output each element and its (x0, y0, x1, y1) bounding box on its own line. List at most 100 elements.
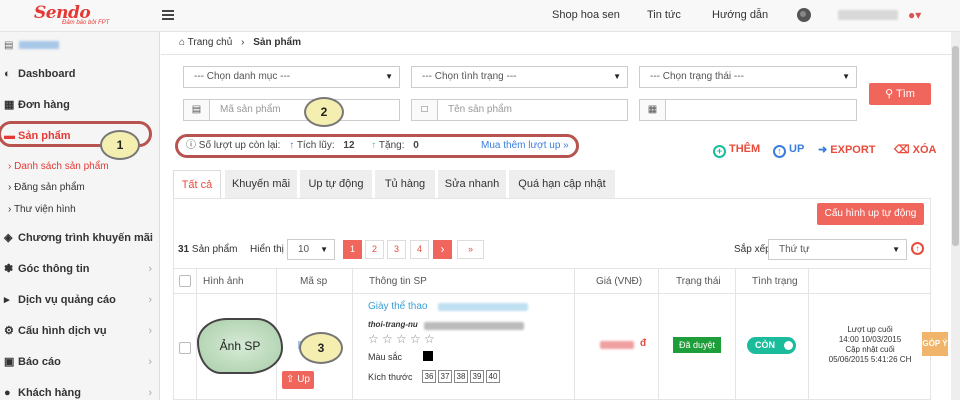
category-select[interactable]: --- Chọn danh mục --- ▼ (183, 66, 400, 88)
last-update-label: Cập nhật cuối (845, 345, 895, 354)
dashboard-icon: ◐ (4, 68, 11, 80)
product-name-link[interactable]: Giày thể thao (368, 301, 427, 312)
sidebar-item-reports[interactable]: ▣ Báo cáo › (0, 351, 160, 373)
sidebar-item-label: Đơn hàng (18, 99, 70, 111)
scrollbar-thumb[interactable] (952, 46, 959, 246)
up-stats-bar: ⓘ Số lượt up còn lại: ↑ Tích lũy: 12 ↑ T… (175, 134, 579, 158)
status-select-value: --- Chọn trạng thái --- (650, 71, 744, 82)
auto-up-config-button[interactable]: Cấu hình up tự động (817, 203, 924, 225)
search-button[interactable]: ⚲ Tìm (869, 83, 931, 105)
arrow-up-green-icon: ↑ (371, 140, 377, 151)
tab-quick-edit[interactable]: Sửa nhanh (438, 170, 506, 198)
status-select[interactable]: --- Chọn trạng thái --- ▼ (639, 66, 857, 88)
export-icon: ➜ (818, 144, 828, 156)
add-button[interactable]: + THÊM (713, 143, 760, 158)
star-icon[interactable]: ☆ (396, 332, 407, 346)
caret-down-icon: ▼ (613, 72, 621, 81)
product-slug: thoi-trang-nu (368, 320, 418, 329)
remaining-up-label: Số lượt up còn lại: (198, 140, 281, 151)
row-checkbox[interactable] (179, 342, 191, 354)
header-status: Trạng thái (676, 276, 721, 287)
sidebar-subitem-image-library[interactable]: › Thư viện hình (8, 203, 76, 217)
delete-button-label: XÓA (912, 144, 937, 156)
sidebar-item-customers[interactable]: ● Khách hàng › (0, 382, 160, 404)
sidebar-item-orders[interactable]: ▦ Đơn hàng (0, 94, 160, 116)
scrollbar[interactable] (951, 32, 960, 400)
star-icon[interactable]: ☆ (410, 332, 421, 346)
globe-icon[interactable] (797, 8, 811, 22)
chevron-right-icon: › (148, 325, 152, 337)
page-1-button[interactable]: 1 (343, 240, 362, 259)
chevron-right-icon: › (148, 387, 152, 399)
sort-label: Sắp xếp (734, 244, 771, 255)
sidebar-item-label: Cấu hình dịch vụ (18, 325, 107, 337)
sidebar: ▤ ◐ Dashboard ▦ Đơn hàng ▬ Sản phẩm › Danh … (0, 32, 160, 400)
annotation-bubble-3: 3 (299, 332, 343, 364)
star-icon[interactable]: ☆ (382, 332, 393, 346)
tab-promotion[interactable]: Khuyến mãi (225, 170, 297, 198)
sort-direction-icon[interactable]: ↑ (911, 242, 924, 255)
star-icon[interactable]: ☆ (368, 332, 379, 346)
product-name-input[interactable]: □ Tên sản phẩm (411, 99, 628, 121)
buy-more-ups-link[interactable]: Mua thêm lượt up » (481, 137, 569, 155)
tag-icon: ◈ (4, 232, 13, 244)
sidebar-subitem-label: Danh sách sản phẩm (14, 161, 109, 172)
sidebar-subitem-add-product[interactable]: › Đăng sản phẩm (8, 181, 85, 195)
header-product-info: Thông tin SP (369, 276, 427, 287)
select-all-checkbox[interactable] (179, 275, 191, 287)
breadcrumb-home[interactable]: Trang chủ (188, 37, 233, 48)
condition-select-value: --- Chọn tình trạng --- (422, 71, 517, 82)
add-button-label: THÊM (729, 143, 761, 155)
sidebar-item-ads[interactable]: ▸ Dịch vụ quảng cáo › (0, 289, 160, 311)
row-up-button[interactable]: ⇧ Up (282, 371, 314, 389)
user-name[interactable] (838, 10, 898, 20)
topnav-guide-link[interactable]: Hướng dẫn (712, 9, 768, 21)
export-button[interactable]: ➜ EXPORT (818, 143, 876, 156)
tab-overdue[interactable]: Quá hạn cập nhật (509, 170, 615, 198)
page-2-button[interactable]: 2 (365, 240, 384, 259)
page-4-button[interactable]: 4 (410, 240, 429, 259)
sidebar-item-label: Dashboard (18, 68, 76, 80)
feedback-tab[interactable]: GÓP Ý (922, 332, 948, 356)
sidebar-item-dashboard[interactable]: ◐ Dashboard (0, 63, 160, 85)
next-page-button[interactable]: › (433, 240, 452, 259)
up-button-label: UP (789, 143, 805, 155)
up-history: Lượt up cuối 14:00 10/03/2015 Cập nhật c… (812, 325, 928, 365)
sidebar-item-info-corner[interactable]: ✽ Góc thông tin › (0, 258, 160, 280)
up-circle-icon: ⇧ (286, 374, 295, 385)
up-circle-icon: ↑ (773, 145, 786, 158)
info-icon: ⓘ (186, 140, 196, 151)
page-3-button[interactable]: 3 (387, 240, 406, 259)
menu-toggle-icon[interactable] (162, 10, 174, 20)
tab-all[interactable]: Tất cả (173, 170, 221, 198)
annotation-bubble-2: 2 (304, 97, 344, 127)
stock-toggle[interactable]: CÒN (747, 337, 796, 354)
topnav-news-link[interactable]: Tin tức (647, 9, 681, 21)
product-name-placeholder: Tên sản phẩm (448, 104, 512, 115)
last-page-button[interactable]: » (457, 240, 484, 259)
sidebar-item-service-config[interactable]: ⚙ Cấu hình dịch vụ › (0, 320, 160, 342)
sidebar-subitem-product-list[interactable]: › Danh sách sản phẩm (8, 160, 109, 174)
sidebar-item-promotions[interactable]: ◈ Chương trình khuyến mãi › (0, 227, 160, 249)
sidebar-item-label: Dịch vụ quảng cáo (18, 294, 116, 306)
page-size-select[interactable]: 10 ▼ (287, 239, 335, 260)
size-option: 36 (422, 370, 436, 383)
star-icon[interactable]: ☆ (424, 332, 435, 346)
topnav-shop-link[interactable]: Shop hoa sen (552, 9, 620, 21)
delete-button[interactable]: ⌫ XÓA (894, 143, 936, 156)
condition-select[interactable]: --- Chọn tình trạng --- ▼ (411, 66, 628, 88)
last-up-time: 14:00 10/03/2015 (838, 335, 902, 344)
tab-auto-up[interactable]: Up tự động (300, 170, 372, 198)
sku-input[interactable]: ▤ Mã sản phẩm (183, 99, 400, 121)
header-price: Giá (VNĐ) (596, 276, 643, 287)
barcode-icon: ▤ (184, 100, 210, 120)
header-image: Hình ảnh (203, 276, 244, 287)
header-sku: Mã sp (300, 276, 328, 287)
user-menu-icon[interactable]: ●▾ (908, 8, 921, 22)
date-input[interactable]: ▦ (639, 99, 857, 121)
price-blurred (600, 341, 634, 349)
sort-select[interactable]: Thứ tự ▼ (768, 239, 907, 260)
up-button[interactable]: ↑ UP (773, 143, 804, 158)
tab-showcase[interactable]: Tủ hàng (375, 170, 435, 198)
accumulated-value: 12 (343, 140, 355, 151)
